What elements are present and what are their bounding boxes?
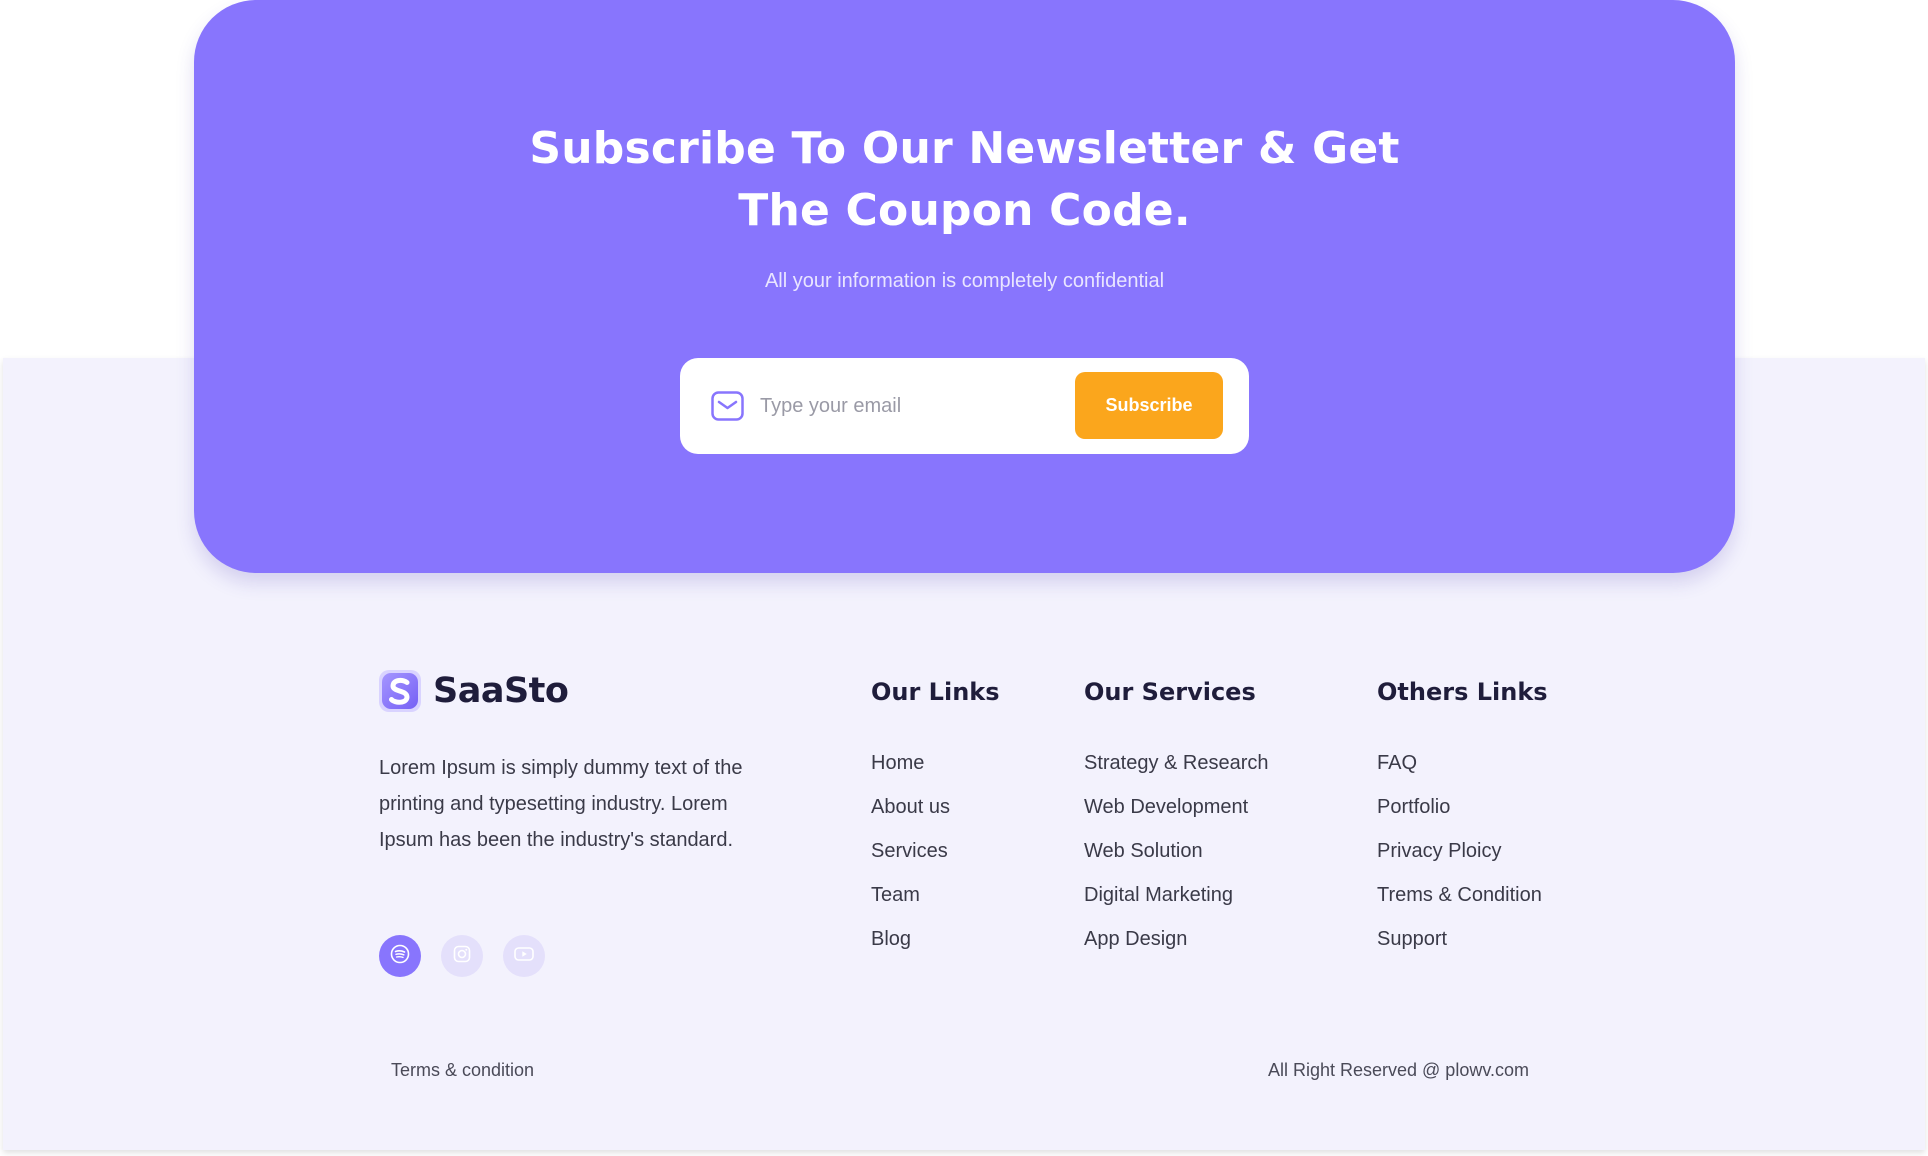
our-links-title: Our Links (871, 678, 1000, 706)
footer-link-web-development[interactable]: Web Development (1084, 793, 1269, 837)
our-services-title: Our Services (1084, 678, 1256, 706)
newsletter-title: Subscribe To Our Newsletter & Get The Co… (529, 123, 1400, 236)
subscribe-button[interactable]: Subscribe (1075, 372, 1223, 439)
footer-link-about-us[interactable]: About us (871, 793, 1000, 837)
email-input[interactable] (760, 384, 1060, 428)
spotify-link[interactable] (379, 935, 421, 977)
footer-link-privacy-policy[interactable]: Privacy Ploicy (1377, 837, 1548, 881)
footer-link-web-solution[interactable]: Web Solution (1084, 837, 1269, 881)
our-services-column: Our Services Strategy & Research Web Dev… (1084, 675, 1269, 969)
terms-link[interactable]: Terms & condition (391, 1060, 534, 1081)
brand-description: Lorem Ipsum is simply dummy text of the … (379, 757, 743, 851)
logo-icon (379, 670, 421, 712)
footer-link-portfolio[interactable]: Portfolio (1377, 793, 1548, 837)
footer-link-support[interactable]: Support (1377, 925, 1548, 969)
others-links-title: Others Links (1377, 678, 1548, 706)
footer-link-strategy-research[interactable]: Strategy & Research (1084, 749, 1269, 793)
newsletter-subtitle: All your information is completely confi… (764, 270, 1165, 292)
footer-link-app-design[interactable]: App Design (1084, 925, 1269, 969)
copyright-text: All Right Reserved @ plowv.com (1267, 1060, 1529, 1080)
social-links (379, 935, 545, 977)
spotify-icon (390, 944, 410, 969)
instagram-icon (452, 944, 472, 969)
instagram-link[interactable] (441, 935, 483, 977)
footer-link-blog[interactable]: Blog (871, 925, 1000, 969)
brand: SaaSto (379, 670, 569, 712)
youtube-link[interactable] (503, 935, 545, 977)
footer-link-services[interactable]: Services (871, 837, 1000, 881)
footer-link-home[interactable]: Home (871, 749, 1000, 793)
mail-icon (711, 391, 744, 421)
newsletter-banner: Subscribe To Our Newsletter & Get The Co… (194, 0, 1735, 573)
footer-link-digital-marketing[interactable]: Digital Marketing (1084, 881, 1269, 925)
our-links-column: Our Links Home About us Services Team Bl… (871, 675, 1000, 969)
others-links-column: Others Links FAQ Portfolio Privacy Ploic… (1377, 675, 1548, 969)
brand-name: SaaSto (433, 671, 569, 711)
footer-link-faq[interactable]: FAQ (1377, 749, 1548, 793)
subscribe-form: Subscribe (680, 358, 1249, 454)
footer-link-terms-condition[interactable]: Trems & Condition (1377, 881, 1548, 925)
footer-link-team[interactable]: Team (871, 881, 1000, 925)
youtube-icon (513, 944, 535, 969)
